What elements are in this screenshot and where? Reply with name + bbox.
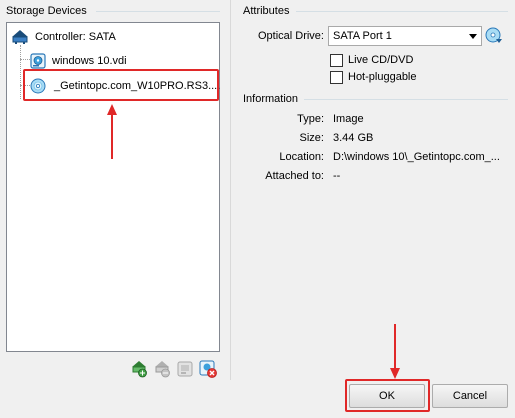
tree-connector xyxy=(20,45,21,99)
info-size-label: Size: xyxy=(299,132,324,144)
storage-devices-title: Storage Devices xyxy=(6,5,87,17)
tree-item-hard-disk[interactable]: windows 10.vdi xyxy=(30,53,127,69)
info-location-label: Location: xyxy=(279,151,324,163)
panel-splitter[interactable] xyxy=(230,0,231,380)
live-cd-dvd-checkbox[interactable] xyxy=(330,54,343,67)
optical-drive-label: Optical Drive: xyxy=(257,30,324,42)
controller-icon xyxy=(12,30,28,44)
info-size-value: 3.44 GB xyxy=(333,132,374,144)
tree-connector xyxy=(20,59,30,60)
attributes-title: Attributes xyxy=(243,5,290,17)
info-attached-to-value: -- xyxy=(333,170,341,182)
info-attached-to-label: Attached to: xyxy=(265,170,324,182)
live-cd-dvd-label: Live CD/DVD xyxy=(348,54,414,66)
optical-drive-value: SATA Port 1 xyxy=(333,30,392,42)
add-controller-icon[interactable] xyxy=(130,360,148,378)
hard-disk-label: windows 10.vdi xyxy=(52,55,127,67)
highlight-outline-selected-disc xyxy=(23,69,219,101)
information-divider xyxy=(304,99,508,100)
info-type-value: Image xyxy=(333,113,364,125)
hot-pluggable-checkbox[interactable] xyxy=(330,71,343,84)
information-title: Information xyxy=(243,93,299,105)
add-attachment-icon[interactable] xyxy=(176,360,194,378)
hard-disk-icon xyxy=(30,53,46,69)
optical-drive-select[interactable]: SATA Port 1 xyxy=(328,26,482,46)
annotation-arrow-down-icon xyxy=(390,324,400,379)
attributes-divider xyxy=(296,11,508,12)
highlight-outline-ok-button xyxy=(345,379,430,412)
chevron-down-icon xyxy=(464,27,481,45)
remove-attachment-icon[interactable] xyxy=(199,360,217,378)
remove-controller-icon[interactable] xyxy=(153,360,171,378)
tree-item-controller-sata[interactable]: Controller: SATA xyxy=(11,29,116,45)
hot-pluggable-label: Hot-pluggable xyxy=(348,71,417,83)
cancel-button[interactable]: Cancel xyxy=(432,384,508,408)
controller-label: Controller: SATA xyxy=(35,31,116,43)
storage-devices-divider xyxy=(96,11,220,12)
info-location-value: D:\windows 10\_Getintopc.com_... xyxy=(333,151,500,163)
choose-disk-image-icon[interactable] xyxy=(485,27,503,45)
info-type-label: Type: xyxy=(297,113,324,125)
annotation-arrow-up-icon xyxy=(107,104,117,159)
